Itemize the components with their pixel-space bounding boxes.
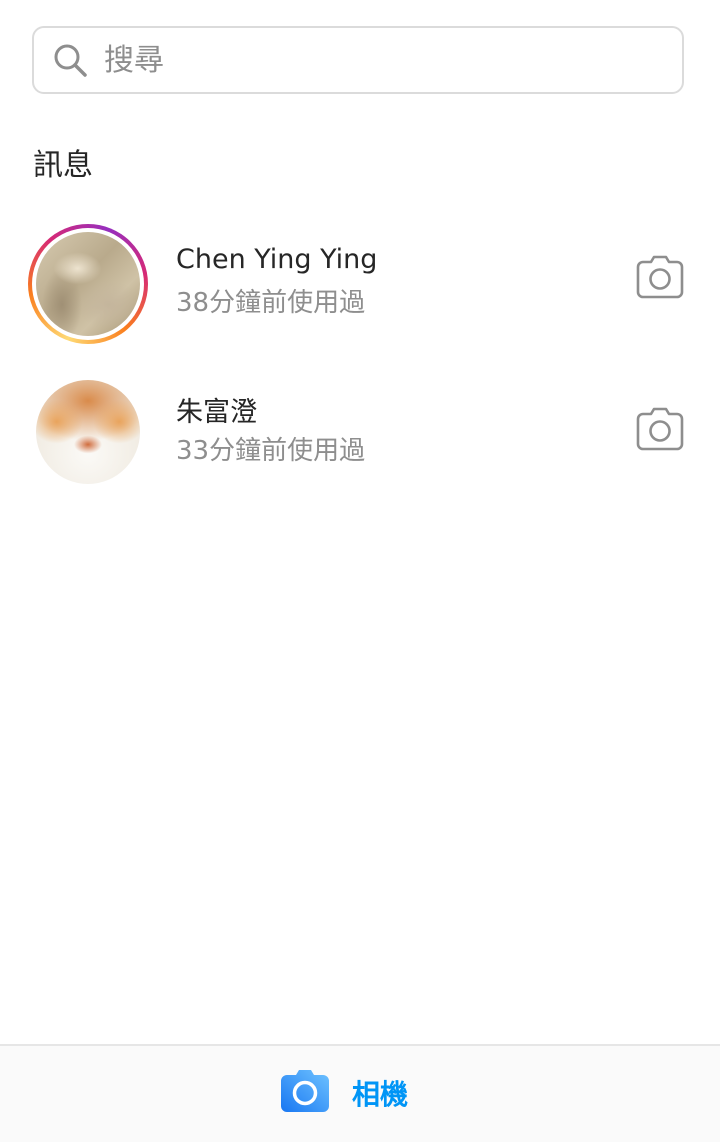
camera-label: 相機 xyxy=(352,1078,409,1111)
camera-icon xyxy=(280,1069,330,1117)
search-input[interactable] xyxy=(104,38,644,82)
thread-row[interactable]: Chen Ying Ying 38分鐘前使用過 xyxy=(0,220,720,360)
thread-name: Chen Ying Ying xyxy=(176,244,378,275)
bottom-bar: 相機 xyxy=(0,1044,720,1142)
camera-button[interactable]: 相機 xyxy=(280,1068,408,1118)
section-title-messages: 訊息 xyxy=(33,148,93,183)
thread-active-status: 38分鐘前使用過 xyxy=(176,288,366,318)
search-bar[interactable] xyxy=(32,26,684,94)
camera-icon xyxy=(636,407,684,455)
avatar xyxy=(36,232,140,336)
camera-icon xyxy=(636,255,684,303)
search-icon xyxy=(50,40,90,80)
thread-camera-button[interactable] xyxy=(630,252,690,306)
thread-name: 朱富澄 xyxy=(176,397,257,428)
avatar-container[interactable] xyxy=(36,380,140,484)
thread-row[interactable]: 朱富澄 33分鐘前使用過 xyxy=(0,376,720,516)
avatar xyxy=(36,380,140,484)
story-ring[interactable] xyxy=(28,224,148,344)
thread-camera-button[interactable] xyxy=(630,404,690,458)
thread-active-status: 33分鐘前使用過 xyxy=(176,436,366,466)
